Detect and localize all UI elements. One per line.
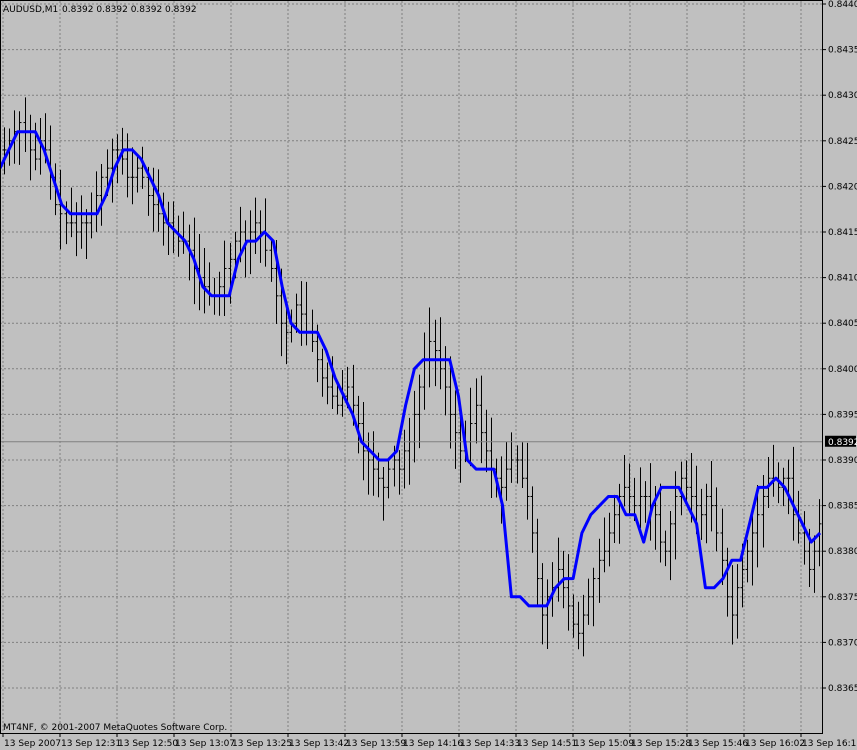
y-tick-label: 0.8430 bbox=[828, 91, 857, 101]
quote-label: 0.8392 0.8392 0.8392 0.8392 bbox=[62, 5, 197, 15]
y-tick-label: 0.8370 bbox=[828, 638, 857, 648]
x-tick-label: 13 Sep 12:50 bbox=[118, 739, 178, 749]
y-tick-label: 0.8380 bbox=[828, 547, 857, 557]
x-tick-label: 13 Sep 16:18 bbox=[802, 739, 857, 749]
y-tick-label: 0.8405 bbox=[828, 319, 857, 329]
y-tick-label: 0.8375 bbox=[828, 593, 857, 603]
y-tick-label: 0.8385 bbox=[828, 502, 857, 512]
copyright-label: MT4NF, © 2001-2007 MetaQuotes Software C… bbox=[3, 723, 227, 733]
x-tick-label: 13 Sep 15:09 bbox=[574, 739, 634, 749]
x-tick-label: 13 Sep 14:51 bbox=[517, 739, 577, 749]
y-tick-label: 0.8410 bbox=[828, 274, 857, 284]
y-tick-label: 0.8365 bbox=[828, 684, 857, 694]
x-tick-label: 13 Sep 13:59 bbox=[346, 739, 406, 749]
x-tick-label: 13 Sep 13:42 bbox=[289, 739, 349, 749]
y-tick-label: 0.8435 bbox=[828, 46, 857, 56]
svg-text:0.8392: 0.8392 bbox=[828, 438, 857, 448]
x-tick-label: 13 Sep 16:02 bbox=[745, 739, 805, 749]
symbol-label: AUDUSD,M1 bbox=[3, 5, 58, 15]
y-tick-label: 0.8425 bbox=[828, 137, 857, 147]
current-price-tag: 0.8392 bbox=[825, 435, 857, 448]
price-chart[interactable]: 0.8440 0.8435 0.8430 0.8425 0.8420 0.8415 0.84… bbox=[0, 0, 857, 750]
chart-background bbox=[0, 0, 857, 750]
y-tick-label: 0.8440 bbox=[828, 0, 857, 10]
x-tick-label: 13 Sep 12:31 bbox=[61, 739, 121, 749]
y-tick-label: 0.8390 bbox=[828, 456, 857, 466]
x-tick-label: 13 Sep 15:46 bbox=[688, 739, 748, 749]
y-tick-label: 0.8420 bbox=[828, 182, 857, 192]
x-tick-label: 13 Sep 13:25 bbox=[232, 739, 292, 749]
x-tick-label: 13 Sep 13:07 bbox=[175, 739, 235, 749]
x-tick-label: 13 Sep 15:28 bbox=[631, 739, 691, 749]
y-tick-label: 0.8415 bbox=[828, 228, 857, 238]
y-tick-label: 0.8395 bbox=[828, 410, 857, 420]
x-tick-label: 13 Sep 2007 bbox=[4, 739, 61, 749]
x-tick-label: 13 Sep 14:33 bbox=[460, 739, 520, 749]
y-tick-label: 0.8400 bbox=[828, 365, 857, 375]
x-tick-label: 13 Sep 14:16 bbox=[403, 739, 463, 749]
